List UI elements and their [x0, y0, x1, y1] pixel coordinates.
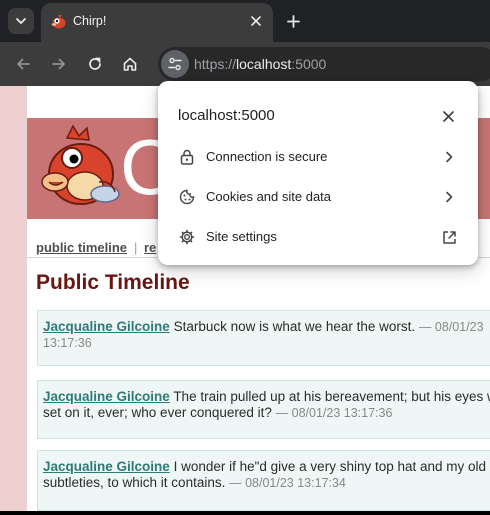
message-body: Jacqualine Gilcoine The train pulled up … [43, 389, 490, 421]
nav-public-timeline-link[interactable]: public timeline [36, 240, 127, 255]
url-host: localhost [236, 56, 292, 72]
message-username-link[interactable]: Jacqualine Gilcoine [43, 459, 170, 474]
message-item: Jacqualine Gilcoine The train pulled up … [37, 380, 490, 439]
message-timestamp: — 08/01/23 13:17:36 [275, 406, 393, 420]
chevron-down-icon [16, 18, 26, 24]
window-bottom-edge [0, 511, 490, 515]
message-body: Jacqualine Gilcoine Starbuck now is what… [43, 319, 490, 351]
tab-close-icon[interactable] [247, 12, 265, 30]
popup-title: localhost:5000 [178, 107, 275, 124]
message-username-link[interactable]: Jacqualine Gilcoine [43, 319, 170, 334]
row-label: Connection is secure [206, 149, 328, 164]
tab-strip: Chirp! [0, 0, 490, 42]
back-arrow-icon[interactable] [9, 50, 37, 78]
message-body: Jacqualine Gilcoine I wonder if he"d giv… [43, 459, 490, 491]
chevron-right-icon [440, 148, 458, 166]
address-bar[interactable]: https://localhost:5000 [158, 47, 490, 81]
chevron-right-icon [440, 188, 458, 206]
browser-toolbar: https://localhost:5000 [0, 42, 490, 86]
tab-title: Chirp! [73, 14, 107, 28]
url-scheme: https:// [194, 56, 237, 72]
cookie-icon [178, 188, 196, 206]
row-label: Site settings [206, 229, 277, 244]
site-info-popup: localhost:5000 Connection is secure Cook… [158, 81, 478, 265]
page-title: Public Timeline [36, 271, 190, 294]
site-info-tune-icon[interactable] [161, 50, 189, 78]
forward-arrow-icon[interactable] [45, 50, 73, 78]
tab-search-button[interactable] [8, 8, 34, 34]
site-settings-row[interactable]: Site settings [158, 217, 478, 257]
nav-register-link[interactable]: re [144, 240, 156, 255]
new-tab-plus-icon[interactable] [282, 10, 304, 32]
message-timestamp: — 08/01/23 13:17:34 [229, 476, 346, 490]
chirp-bird-favicon-icon [50, 13, 67, 30]
message-text: Starbuck now is what we hear the worst. [173, 319, 416, 334]
lock-icon [178, 148, 196, 166]
message-item: Jacqualine Gilcoine Starbuck now is what… [37, 310, 490, 366]
message-item: Jacqualine Gilcoine I wonder if he"d giv… [37, 450, 490, 511]
url-text: https://localhost:5000 [194, 56, 326, 72]
gear-icon [178, 228, 196, 246]
nav-separator: | [134, 240, 138, 255]
external-link-icon [440, 228, 458, 246]
url-port: :5000 [291, 56, 327, 72]
message-username-link[interactable]: Jacqualine Gilcoine [43, 389, 170, 404]
close-icon[interactable] [438, 106, 458, 126]
connection-secure-row[interactable]: Connection is secure [158, 137, 478, 177]
cookies-site-data-row[interactable]: Cookies and site data [158, 177, 478, 217]
row-label: Cookies and site data [206, 189, 332, 204]
browser-tab[interactable]: Chirp! [41, 3, 273, 42]
chirp-bird-logo-icon [39, 124, 123, 210]
reload-icon[interactable] [81, 50, 109, 78]
home-icon[interactable] [116, 50, 144, 78]
